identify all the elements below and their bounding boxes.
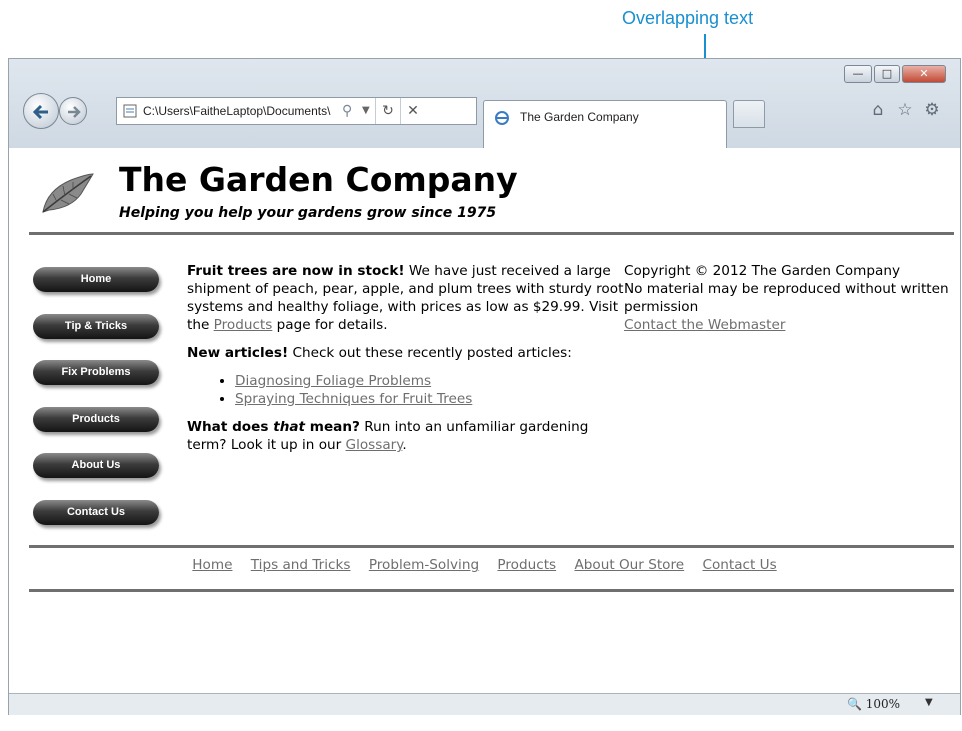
stock-text-end: page for details. — [272, 317, 388, 333]
nav-contact-us-button[interactable]: Contact Us — [33, 500, 159, 525]
articles-paragraph: New articles! Check out these recently p… — [187, 344, 627, 362]
list-item: Diagnosing Foliage Problems — [235, 372, 627, 390]
articles-heading: New articles! — [187, 345, 289, 361]
chevron-down-icon[interactable]: ▼ — [362, 103, 370, 119]
footer-link-problem-solving[interactable]: Problem-Solving — [369, 557, 479, 573]
footer-nav: Home Tips and Tricks Problem-Solving Pro… — [9, 557, 960, 573]
articles-text: Check out these recently posted articles… — [288, 345, 572, 361]
nav-tips-button[interactable]: Tip & Tricks — [33, 314, 159, 339]
list-item: Spraying Techniques for Fruit Trees — [235, 390, 627, 408]
nav-about-us-button[interactable]: About Us — [33, 453, 159, 478]
footer-link-home[interactable]: Home — [192, 557, 232, 573]
site-title: The Garden Company — [119, 160, 518, 199]
stock-paragraph: Fruit trees are now in stock! We have ju… — [187, 262, 627, 334]
zoom-dropdown-icon[interactable]: ▼ — [925, 697, 933, 708]
footer-link-products[interactable]: Products — [497, 557, 556, 573]
refresh-icon[interactable]: ↻ — [375, 98, 400, 124]
footer-link-tips[interactable]: Tips and Tricks — [251, 557, 351, 573]
home-icon[interactable]: ⌂ — [869, 101, 887, 119]
zoom-level[interactable]: 🔍 100% — [847, 697, 900, 711]
page-content: The Garden Company Helping you help your… — [9, 148, 960, 693]
page-icon — [123, 104, 137, 118]
divider — [29, 589, 954, 592]
tab-garden-company[interactable]: The Garden Company — [483, 100, 727, 148]
favorites-star-icon[interactable]: ☆ — [896, 101, 914, 119]
products-link[interactable]: Products — [214, 317, 273, 333]
address-text[interactable]: C:\Users\FaitheLaptop\Documents\ — [143, 104, 330, 118]
nav-home-button[interactable]: Home — [33, 267, 159, 292]
nav-fix-problems-button[interactable]: Fix Problems — [33, 360, 159, 385]
site-tagline: Helping you help your gardens grow since… — [119, 205, 497, 221]
nav-products-button[interactable]: Products — [33, 407, 159, 432]
footer-link-about[interactable]: About Our Store — [574, 557, 684, 573]
article-link[interactable]: Spraying Techniques for Fruit Trees — [235, 391, 472, 407]
article-link[interactable]: Diagnosing Foliage Problems — [235, 373, 431, 389]
callout-label: Overlapping text — [622, 8, 754, 28]
gear-icon[interactable]: ⚙ — [923, 101, 941, 119]
maximize-button[interactable]: □ — [874, 65, 900, 83]
copyright-text: Copyright © 2012 The Garden Company — [624, 263, 900, 279]
leaf-logo-icon — [42, 173, 94, 213]
permission-notice: No material may be reproduced without wr… — [624, 281, 949, 315]
divider — [29, 545, 954, 548]
stop-icon[interactable]: ✕ — [400, 98, 425, 124]
stock-heading: Fruit trees are now in stock! — [187, 263, 405, 279]
main-content: Fruit trees are now in stock! We have ju… — [187, 262, 627, 464]
new-tab-button[interactable] — [733, 100, 765, 128]
ie-icon — [495, 111, 509, 125]
glossary-link[interactable]: Glossary — [346, 437, 403, 453]
zoom-value: 100% — [865, 697, 901, 711]
minimize-button[interactable]: — — [844, 65, 872, 83]
browser-titlebar: — □ ✕ C:\Users\FaitheLaptop\Documents\ ⚲… — [9, 59, 960, 148]
forward-arrow-icon — [68, 106, 81, 118]
footer-link-contact[interactable]: Contact Us — [702, 557, 776, 573]
contact-webmaster-link[interactable]: Contact the Webmaster — [624, 316, 954, 334]
articles-list: Diagnosing Foliage Problems Spraying Tec… — [187, 372, 627, 408]
glossary-heading: What does that mean? — [187, 419, 360, 435]
address-bar[interactable]: C:\Users\FaitheLaptop\Documents\ ⚲ ▼ ↻ ✕ — [116, 97, 477, 125]
browser-window: — □ ✕ C:\Users\FaitheLaptop\Documents\ ⚲… — [8, 58, 961, 715]
search-icon[interactable]: ⚲ — [342, 103, 358, 119]
glossary-paragraph: What does that mean? Run into an unfamil… — [187, 419, 589, 453]
back-button[interactable] — [23, 93, 59, 129]
back-arrow-icon — [32, 104, 48, 120]
forward-button[interactable] — [59, 97, 87, 125]
close-window-button[interactable]: ✕ — [902, 65, 946, 83]
copyright-block: Copyright © 2012 The Garden Company No m… — [624, 262, 954, 334]
tab-label: The Garden Company — [520, 110, 639, 124]
status-bar: 🔍 100% ▼ — [9, 693, 960, 715]
divider — [29, 232, 954, 235]
